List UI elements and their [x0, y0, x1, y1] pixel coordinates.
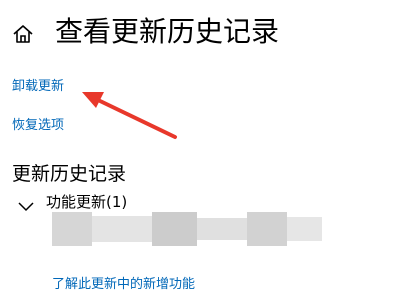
- learn-whats-new-link[interactable]: 了解此更新中的新增功能: [52, 276, 195, 294]
- recovery-options-link[interactable]: 恢复选项: [12, 117, 64, 135]
- section-heading: 更新历史记录: [12, 163, 127, 185]
- feature-updates-group-toggle[interactable]: 功能更新(1): [18, 191, 127, 213]
- feature-updates-group-label: 功能更新(1): [46, 193, 128, 211]
- chevron-down-icon: [18, 197, 34, 212]
- home-icon[interactable]: [12, 24, 34, 44]
- uninstall-updates-link[interactable]: 卸载更新: [12, 78, 64, 96]
- page-title: 查看更新历史记录: [55, 15, 280, 48]
- redacted-update-entry: [52, 212, 322, 246]
